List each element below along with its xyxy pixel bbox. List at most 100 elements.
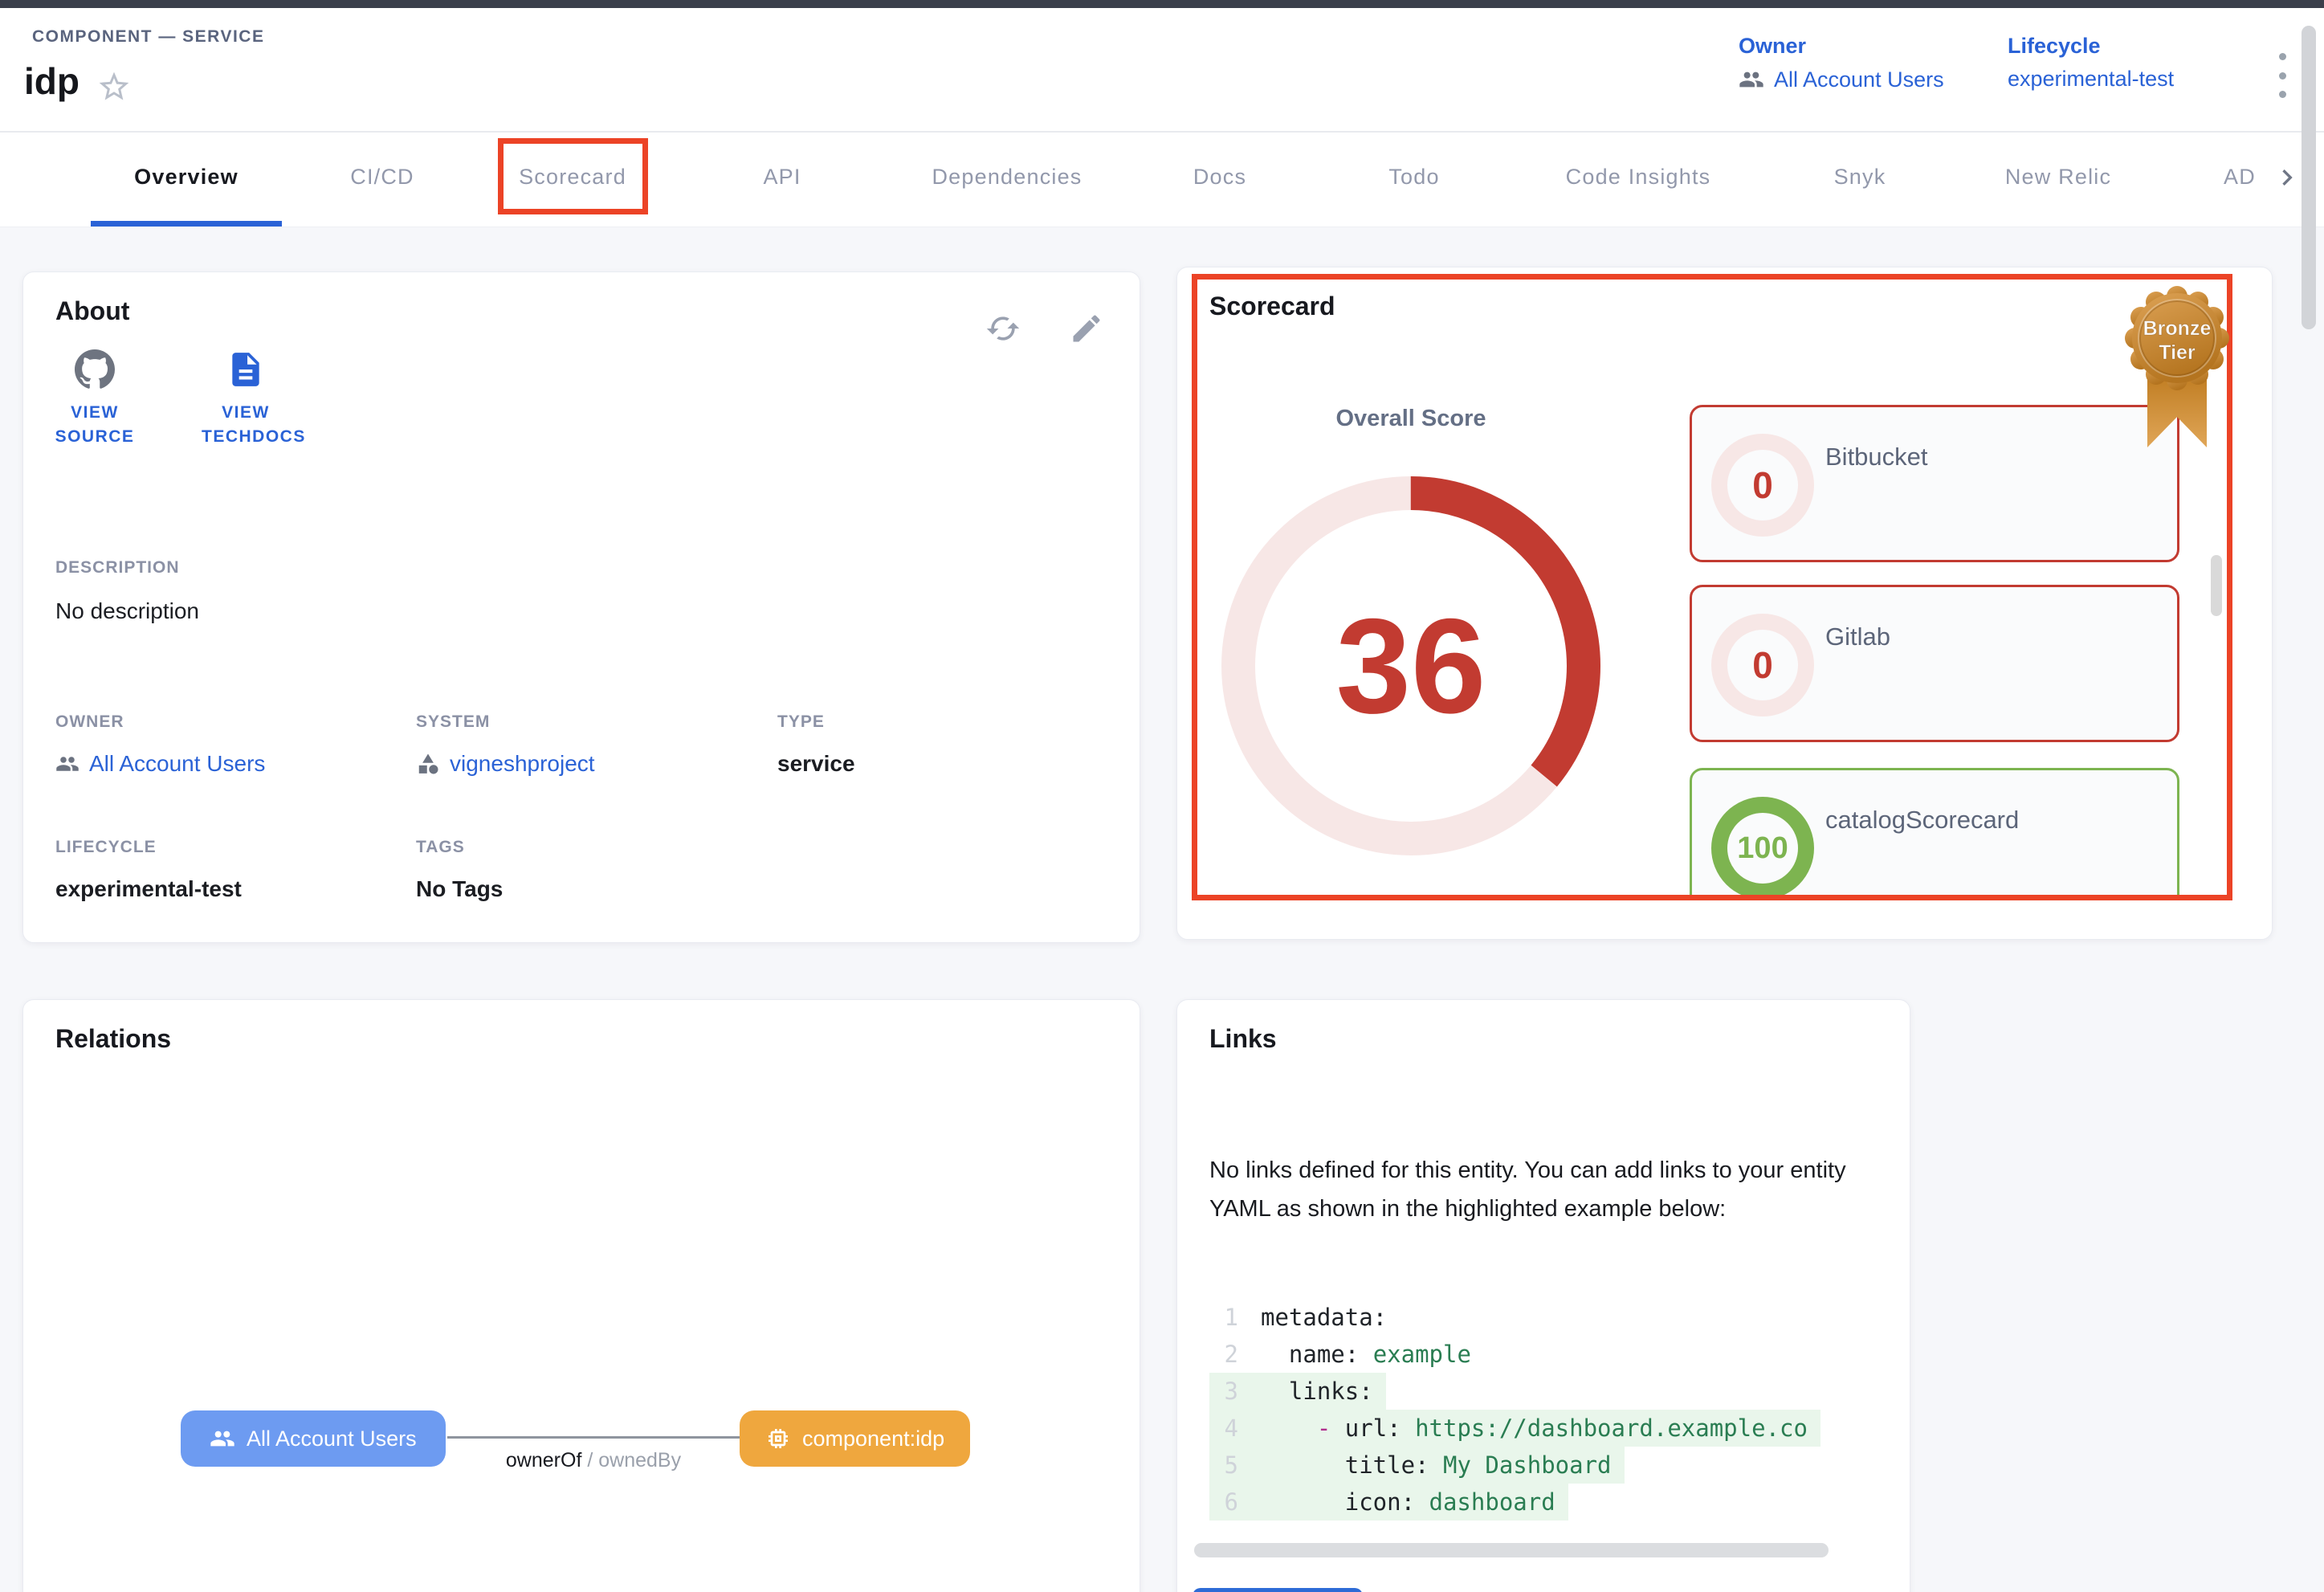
code-line-highlighted: 6 icon: dashboard — [1209, 1484, 1894, 1521]
description-value: No description — [55, 598, 199, 624]
tab-docs[interactable]: Docs — [1193, 133, 1246, 221]
tab-dependencies[interactable]: Dependencies — [932, 133, 1082, 221]
tab-api[interactable]: API — [763, 133, 801, 221]
scorecard-card: Scorecard Overall Score 36 0 Bitbucket 0 — [1176, 267, 2273, 940]
active-tab-indicator — [91, 221, 282, 227]
relation-node-label: All Account Users — [247, 1427, 417, 1451]
view-source-button[interactable]: VIEW SOURCE — [35, 349, 155, 449]
code-line: 2 name: example — [1209, 1336, 1894, 1373]
overall-score-value: 36 — [1218, 473, 1604, 859]
bronze-tier-badge: Bronze Tier — [2109, 280, 2245, 465]
primary-action-button[interactable] — [1193, 1588, 1363, 1592]
scorecard-item-list: 0 Bitbucket 0 Gitlab 100 catalogScorecar… — [1690, 398, 2184, 897]
view-source-label: VIEW SOURCE — [51, 401, 139, 449]
lifecycle-field-label: LIFECYCLE — [55, 838, 157, 857]
system-field-value: vigneshproject — [416, 751, 595, 777]
entity-page: COMPONENT — SERVICE idp Owner All Accoun… — [0, 0, 2324, 1592]
relations-card-title: Relations — [55, 1024, 171, 1054]
badge-text-line2: Tier — [2159, 341, 2196, 364]
links-empty-message: No links defined for this entity. You ca… — [1209, 1151, 1881, 1228]
refresh-icon[interactable] — [985, 311, 1021, 346]
owner-field-value: All Account Users — [55, 751, 265, 777]
code-horizontal-scrollbar[interactable] — [1194, 1543, 1829, 1557]
relation-node-component[interactable]: component:idp — [740, 1410, 970, 1467]
lifecycle-label: Lifecycle — [2008, 34, 2174, 59]
yaml-example-code-block: 1metadata: 2 name: example 3 links: 4 - … — [1209, 1299, 1894, 1521]
edge-separator: / — [581, 1449, 598, 1472]
tags-field-value: No Tags — [416, 876, 503, 902]
tab-scorecard[interactable]: Scorecard — [519, 133, 626, 221]
page-title: idp — [24, 59, 80, 103]
system-entity-link[interactable]: vigneshproject — [416, 751, 595, 777]
people-icon — [210, 1426, 235, 1451]
relation-edge-label: ownerOf / ownedBy — [447, 1449, 740, 1472]
tab-adrs-clipped[interactable]: ADRs — [2224, 133, 2256, 221]
owner-label: Owner — [1739, 34, 1944, 59]
page-vertical-scrollbar[interactable] — [2302, 26, 2316, 329]
entity-kind-eyebrow: COMPONENT — SERVICE — [32, 27, 264, 47]
scorecard-item-gitlab[interactable]: 0 Gitlab — [1690, 585, 2179, 742]
relation-node-owner[interactable]: All Account Users — [181, 1410, 446, 1467]
edit-pencil-icon[interactable] — [1069, 311, 1104, 346]
links-card-title: Links — [1209, 1024, 1277, 1054]
type-field-label: TYPE — [777, 712, 825, 732]
owner-value: All Account Users — [1774, 67, 1944, 92]
header-lifecycle: Lifecycle experimental-test — [2008, 34, 2174, 92]
tab-overview[interactable]: Overview — [134, 133, 239, 221]
type-field-value: service — [777, 751, 855, 777]
scorecard-item-catalogscorecard[interactable]: 100 catalogScorecard — [1690, 768, 2179, 897]
view-techdocs-button[interactable]: VIEW TECHDOCS — [186, 349, 306, 449]
scorecard-item-name: Bitbucket — [1825, 443, 1928, 471]
description-label: DESCRIPTION — [55, 558, 180, 578]
owner-link[interactable]: All Account Users — [1739, 67, 1944, 92]
score-value: 100 — [1711, 797, 1814, 897]
owner-link-text: All Account Users — [89, 751, 265, 777]
system-category-icon — [416, 752, 440, 776]
tab-todo[interactable]: Todo — [1388, 133, 1439, 221]
tab-code-insights[interactable]: Code Insights — [1566, 133, 1711, 221]
tab-new-relic[interactable]: New Relic — [2005, 133, 2111, 221]
browser-top-bar — [0, 0, 2324, 8]
techdocs-document-icon — [226, 349, 266, 390]
scorecard-item-name: catalogScorecard — [1825, 806, 2019, 835]
code-line-highlighted: 5 title: My Dashboard — [1209, 1447, 1894, 1484]
code-line: 1metadata: — [1209, 1299, 1894, 1336]
owner-field-label: OWNER — [55, 712, 124, 732]
score-ring: 0 — [1711, 434, 1814, 537]
tags-field-label: TAGS — [416, 838, 465, 857]
links-card: Links No links defined for this entity. … — [1176, 999, 1910, 1592]
score-value: 0 — [1711, 434, 1814, 537]
tabs-scroll-chevron-right-icon[interactable] — [2271, 161, 2303, 194]
github-icon — [75, 349, 115, 390]
favorite-star-icon[interactable] — [96, 69, 132, 104]
edge-primary-label: ownerOf — [506, 1449, 581, 1472]
people-icon — [55, 752, 80, 776]
entity-header: COMPONENT — SERVICE idp Owner All Accoun… — [0, 8, 2324, 133]
about-card: About VIEW SOURCE VIEW TECHDOCS DESCRIPT… — [22, 271, 1140, 943]
component-chip-icon — [765, 1426, 791, 1451]
code-line-highlighted: 4 - url: https://dashboard.example.co — [1209, 1410, 1894, 1447]
scorecard-item-bitbucket[interactable]: 0 Bitbucket — [1690, 405, 2179, 562]
owner-entity-link[interactable]: All Account Users — [55, 751, 265, 777]
scorecard-item-name: Gitlab — [1825, 623, 1890, 651]
view-techdocs-label: VIEW TECHDOCS — [202, 401, 290, 449]
header-owner: Owner All Account Users — [1739, 34, 1944, 92]
code-line-highlighted: 3 links: — [1209, 1373, 1894, 1410]
score-value: 0 — [1711, 614, 1814, 716]
scorecard-list-scrollbar[interactable] — [2211, 555, 2222, 616]
edge-secondary-label: ownedBy — [598, 1449, 681, 1472]
system-field-label: SYSTEM — [416, 712, 490, 732]
scorecard-card-title: Scorecard — [1209, 292, 1335, 321]
badge-text-line1: Bronze — [2143, 317, 2212, 340]
overall-score-label: Overall Score — [1210, 406, 1612, 432]
entity-tabs: Overview CI/CD Scorecard API Dependencie… — [0, 133, 2324, 227]
lifecycle-field-value: experimental-test — [55, 876, 242, 902]
tab-cicd[interactable]: CI/CD — [350, 133, 414, 221]
people-icon — [1739, 67, 1764, 92]
score-ring: 100 — [1711, 797, 1814, 897]
more-options-kebab-icon[interactable] — [2266, 53, 2298, 98]
tab-snyk[interactable]: Snyk — [1834, 133, 1886, 221]
overall-score-donut: 36 — [1218, 473, 1604, 859]
relation-edge-line — [447, 1436, 740, 1439]
about-card-title: About — [55, 296, 129, 326]
